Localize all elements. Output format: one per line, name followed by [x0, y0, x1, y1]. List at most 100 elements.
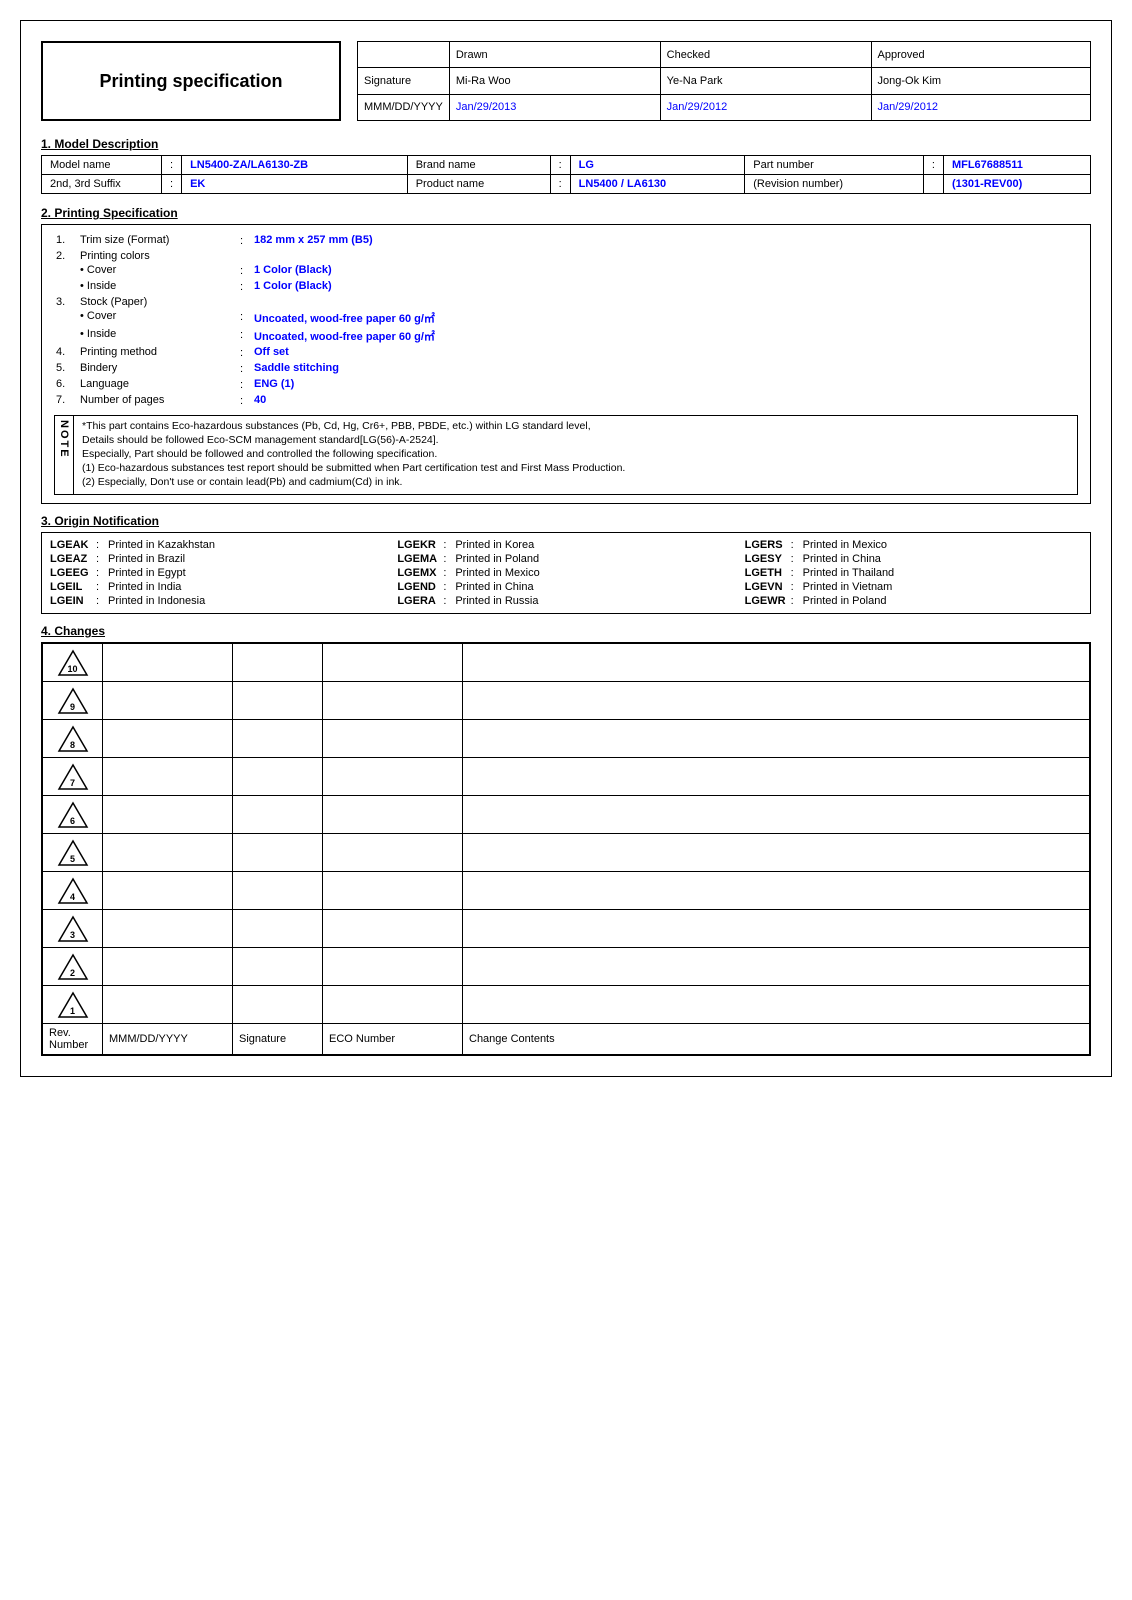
changes-footer-col-3: ECO Number	[323, 1024, 463, 1055]
spec-colon-9: :	[236, 377, 250, 393]
change-eco-7	[323, 910, 463, 948]
note-content: *This part contains Eco-hazardous substa…	[74, 416, 1077, 494]
change-date-2	[103, 720, 233, 758]
model-val3-1: (1301-REV00)	[943, 175, 1090, 194]
origin-text: Printed in Korea	[455, 539, 534, 551]
rev-cell-5: 5	[43, 834, 103, 872]
header-col-1: Drawn	[449, 42, 660, 68]
spec-num-3	[54, 279, 76, 295]
change-eco-8	[323, 948, 463, 986]
origin-code: LGERA	[397, 595, 439, 607]
origin-code: LGEIL	[50, 581, 92, 593]
spec-value-0: 182 mm x 257 mm (B5)	[250, 233, 1078, 249]
header-cell-1-1: Jan/29/2013	[449, 94, 660, 120]
origin-text: Printed in Russia	[455, 595, 538, 607]
origin-row-10: LGEND:Printed in China	[397, 581, 734, 593]
origin-text: Printed in Poland	[455, 553, 539, 565]
spec-colon-0: :	[236, 233, 250, 249]
origin-code: LGEAZ	[50, 553, 92, 565]
origin-row-12: LGEIN:Printed in Indonesia	[50, 595, 387, 607]
change-contents-7	[463, 910, 1090, 948]
origin-sep: :	[443, 567, 451, 579]
origin-row-2: LGERS:Printed in Mexico	[745, 539, 1082, 551]
spec-label-4: Stock (Paper)	[76, 295, 236, 309]
model-colon2-1: :	[550, 175, 570, 194]
origin-text: Printed in Indonesia	[108, 595, 205, 607]
origin-text: Printed in Brazil	[108, 553, 185, 565]
spec-value-4	[250, 295, 1078, 309]
section1-heading: 1. Model Description	[41, 137, 1091, 151]
model-label3-0: Part number	[745, 156, 924, 175]
change-contents-3	[463, 758, 1090, 796]
spec-colon-1	[236, 249, 250, 263]
change-sig-1	[233, 682, 323, 720]
spec-num-6	[54, 327, 76, 345]
origin-row-13: LGERA: Printed in Russia	[397, 595, 734, 607]
origin-row-11: LGEVN:Printed in Vietnam	[745, 581, 1082, 593]
note-box: NOTE *This part contains Eco-hazardous s…	[54, 415, 1078, 495]
origin-code: LGERS	[745, 539, 787, 551]
origin-text: Printed in Mexico	[455, 567, 539, 579]
header-cell-0-0: Signature	[358, 68, 450, 94]
origin-sep: :	[791, 539, 799, 551]
model-colon3-0: :	[923, 156, 943, 175]
change-sig-6	[233, 872, 323, 910]
changes-footer-col-4: Change Contents	[463, 1024, 1090, 1055]
section2-heading: 2. Printing Specification	[41, 206, 1091, 220]
model-label-0: Model name	[42, 156, 162, 175]
origin-row-6: LGEEG:Printed in Egypt	[50, 567, 387, 579]
model-label3-1: (Revision number)	[745, 175, 924, 194]
header-cell-0-3: Jong-Ok Kim	[871, 68, 1091, 94]
header-col-3: Approved	[871, 42, 1091, 68]
spec-num-4: 3.	[54, 295, 76, 309]
title-box: Printing specification	[41, 41, 341, 121]
change-sig-9	[233, 986, 323, 1024]
origin-text: Printed in Poland	[803, 595, 887, 607]
origin-sep: :	[443, 595, 451, 607]
header-cell-1-0: MMM/DD/YYYY	[358, 94, 450, 120]
change-date-6	[103, 872, 233, 910]
note-line: Especially, Part should be followed and …	[82, 448, 1069, 460]
change-sig-2	[233, 720, 323, 758]
origin-sep: :	[443, 539, 451, 551]
change-date-7	[103, 910, 233, 948]
origin-code: LGEAK	[50, 539, 92, 551]
origin-text: Printed in China	[455, 581, 533, 593]
change-eco-1	[323, 682, 463, 720]
origin-sep: :	[791, 567, 799, 579]
change-contents-8	[463, 948, 1090, 986]
header-cell-1-2: Jan/29/2012	[660, 94, 871, 120]
spec-value-7: Off set	[250, 345, 1078, 361]
change-contents-1	[463, 682, 1090, 720]
change-date-3	[103, 758, 233, 796]
change-eco-5	[323, 834, 463, 872]
header-cell-1-3: Jan/29/2012	[871, 94, 1091, 120]
rev-cell-6: 4	[43, 872, 103, 910]
origin-sep: :	[96, 595, 104, 607]
change-date-5	[103, 834, 233, 872]
origin-row-8: LGETH:Printed in Thailand	[745, 567, 1082, 579]
origin-code: LGETH	[745, 567, 787, 579]
model-val1b-0: Brand name	[407, 156, 550, 175]
rev-cell-7: 3	[43, 910, 103, 948]
approval-table: DrawnCheckedApprovedSignatureMi-Ra WooYe…	[357, 41, 1091, 121]
header-area: Printing specification DrawnCheckedAppro…	[41, 41, 1091, 121]
changes-footer-col-1: MMM/DD/YYYY	[103, 1024, 233, 1055]
spec-colon-4	[236, 295, 250, 309]
change-sig-0	[233, 644, 323, 682]
spec-label-1: Printing colors	[76, 249, 236, 263]
note-label: NOTE	[55, 416, 74, 494]
spec-num-7: 4.	[54, 345, 76, 361]
origin-code: LGEMX	[397, 567, 439, 579]
change-eco-2	[323, 720, 463, 758]
rev-cell-1: 9	[43, 682, 103, 720]
origin-code: LGEND	[397, 581, 439, 593]
page-title: Printing specification	[99, 71, 282, 92]
origin-code: LGEVN	[745, 581, 787, 593]
change-contents-6	[463, 872, 1090, 910]
spec-label-6: • Inside	[76, 327, 236, 345]
origin-row-1: LGEKR:Printed in Korea	[397, 539, 734, 551]
model-colon-1: :	[162, 175, 182, 194]
change-date-4	[103, 796, 233, 834]
origin-text: Printed in Kazakhstan	[108, 539, 215, 551]
